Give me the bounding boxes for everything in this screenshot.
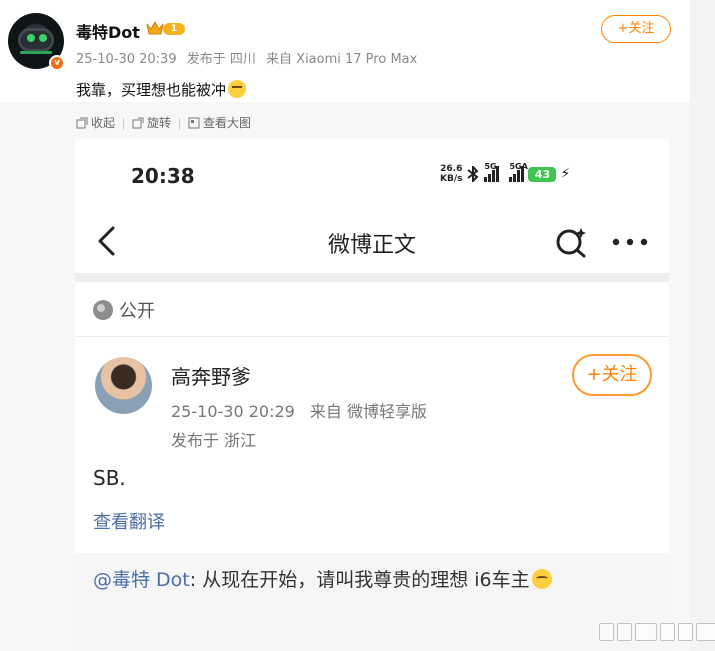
section-divider bbox=[75, 273, 669, 282]
repost-box: @毒特 Dot: 从现在开始，请叫我尊贵的理想 i6车主 bbox=[75, 553, 669, 651]
post-time[interactable]: 25-10-30 20:39 bbox=[76, 52, 177, 67]
status-bar-indicators: 26.6 KB/s 5G 5GA 43 ⚡ bbox=[440, 161, 570, 187]
signal-5ga-label: 5GA bbox=[509, 162, 528, 171]
visibility-row: 公开 bbox=[93, 297, 155, 323]
watermark-glyph bbox=[696, 623, 715, 641]
vip-level-badge: 1 bbox=[163, 23, 185, 35]
visibility-label: 公开 bbox=[119, 301, 155, 322]
view-large-button[interactable]: 查看大图 bbox=[188, 114, 251, 131]
watermark-glyph bbox=[635, 623, 657, 641]
post-text-body: 我靠，买理想也能被冲 bbox=[76, 81, 227, 99]
bluetooth-icon bbox=[467, 166, 479, 182]
watermark-glyph bbox=[599, 623, 614, 641]
signal-5ga-icon: 5GA bbox=[509, 162, 528, 182]
inner-post-text: SB. bbox=[93, 466, 126, 490]
inner-author-avatar[interactable] bbox=[95, 357, 152, 414]
right-gutter bbox=[690, 0, 715, 651]
crown-icon bbox=[146, 20, 164, 35]
repost-body: : 从现在开始，请叫我尊贵的理想 i6车主 bbox=[189, 569, 530, 591]
search-icon[interactable] bbox=[554, 225, 588, 259]
battery-icon: 43 bbox=[528, 166, 557, 182]
avatar-eye-right bbox=[39, 34, 47, 42]
collapse-icon bbox=[76, 117, 88, 128]
avatar-eye-left bbox=[27, 34, 35, 42]
post-device: 来自 Xiaomi 17 Pro Max bbox=[266, 52, 418, 67]
network-speed-value: 26.6 bbox=[440, 164, 463, 174]
weibo-watermark bbox=[599, 621, 715, 643]
follow-button[interactable]: +关注 bbox=[601, 15, 671, 43]
network-speed-unit: KB/s bbox=[440, 174, 463, 184]
inner-post-meta: 25-10-30 20:29 来自 微博轻享版 bbox=[171, 398, 427, 422]
translate-link[interactable]: 查看翻译 bbox=[93, 508, 165, 534]
post-meta: 25-10-30 20:39 发布于 四川 来自 Xiaomi 17 Pro M… bbox=[76, 48, 417, 67]
verified-badge-icon: v bbox=[49, 55, 65, 71]
avatar-glow bbox=[20, 51, 52, 54]
image-toolbar: 收起 旋转 查看大图 bbox=[76, 114, 251, 130]
post-location: 发布于 四川 bbox=[186, 52, 256, 67]
inner-post-location: 发布于 浙江 bbox=[171, 431, 257, 450]
rotate-label: 旋转 bbox=[147, 116, 172, 130]
view-large-icon bbox=[188, 117, 200, 128]
watermark-glyph bbox=[660, 623, 675, 641]
avatar-helmet bbox=[18, 28, 54, 52]
post-text: 我靠，买理想也能被冲 bbox=[76, 79, 247, 100]
rotate-icon bbox=[132, 117, 144, 128]
repost-text: @毒特 Dot: 从现在开始，请叫我尊贵的理想 i6车主 bbox=[93, 565, 552, 592]
inner-post-time: 25-10-30 20:29 bbox=[171, 402, 295, 421]
status-bar-time: 20:38 bbox=[131, 164, 195, 188]
watermark-glyph bbox=[617, 623, 632, 641]
inner-post-source: 来自 微博轻享版 bbox=[309, 402, 428, 421]
globe-icon bbox=[93, 300, 113, 320]
rotate-button[interactable]: 旋转 bbox=[132, 114, 171, 131]
mention-link[interactable]: @毒特 Dot bbox=[93, 569, 190, 591]
charging-icon: ⚡ bbox=[560, 166, 571, 182]
collapse-button[interactable]: 收起 bbox=[76, 114, 115, 131]
signal-5g-label: 5G bbox=[484, 162, 497, 171]
inner-follow-button[interactable]: +关注 bbox=[572, 354, 652, 396]
collapse-label: 收起 bbox=[91, 116, 116, 130]
view-large-label: 查看大图 bbox=[203, 116, 252, 130]
toolbar-divider bbox=[123, 117, 125, 130]
post-image[interactable]: 20:38 26.6 KB/s 5G 5GA 43 ⚡ 微博正文 公开 高奔野爹… bbox=[75, 139, 669, 651]
watermark-glyph bbox=[678, 623, 693, 641]
row-divider bbox=[75, 336, 669, 337]
network-speed: 26.6 KB/s bbox=[440, 164, 462, 184]
more-options-icon[interactable] bbox=[612, 238, 648, 246]
smug-emoji-icon bbox=[531, 569, 552, 589]
author-name[interactable]: 毒特Dot bbox=[76, 19, 140, 43]
toolbar-divider bbox=[179, 117, 181, 130]
laugh-emoji-icon bbox=[228, 80, 247, 98]
signal-5g-icon: 5G bbox=[484, 162, 500, 182]
inner-author-name[interactable]: 高奔野爹 bbox=[171, 361, 251, 390]
